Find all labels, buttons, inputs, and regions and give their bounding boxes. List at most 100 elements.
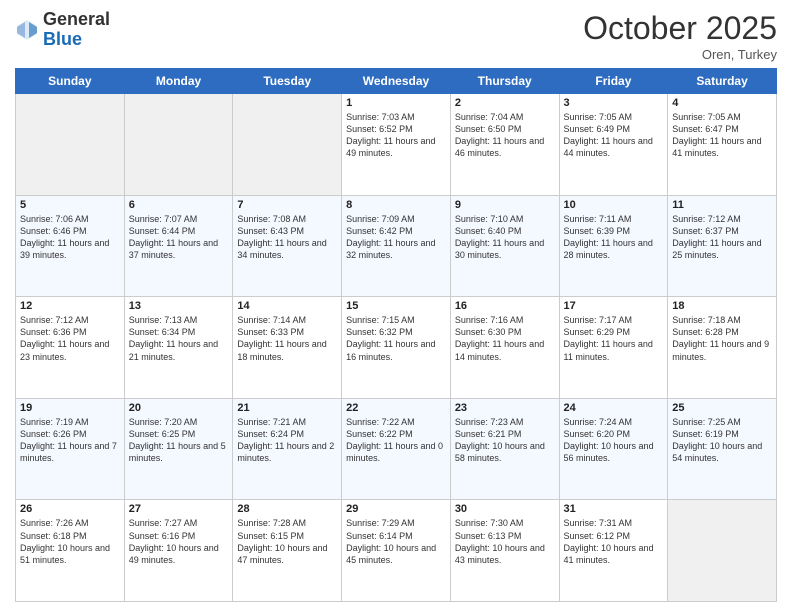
- calendar-cell: 13Sunrise: 7:13 AM Sunset: 6:34 PM Dayli…: [124, 297, 233, 399]
- calendar-week-row: 19 Sunrise: 7:19 AM Sunset: 6:26 PM Dayli…: [16, 398, 777, 500]
- day-info: Sunrise: 7:29 AM Sunset: 6:14 PM Dayligh…: [346, 517, 446, 566]
- day-info: Sunrise: 7:23 AM Sunset: 6:21 PM Dayligh…: [455, 416, 555, 465]
- calendar-cell: 7Sunrise: 7:08 AM Sunset: 6:43 PM Daylig…: [233, 195, 342, 297]
- calendar-cell: 24 Sunrise: 7:24 AM Sunset: 6:20 PM Dayli…: [559, 398, 668, 500]
- day-info: Sunrise: 7:28 AM Sunset: 6:15 PM Dayligh…: [237, 517, 337, 566]
- day-number: 29: [346, 503, 446, 515]
- calendar-cell: 28 Sunrise: 7:28 AM Sunset: 6:15 PM Dayli…: [233, 500, 342, 602]
- title-block: October 2025 Oren, Turkey: [583, 10, 777, 62]
- page: General Blue October 2025 Oren, Turkey S…: [0, 0, 792, 612]
- day-number: 28: [237, 503, 337, 515]
- day-info: Sunrise: 7:09 AM Sunset: 6:42 PM Dayligh…: [346, 213, 446, 262]
- day-info: Sunrise: 7:22 AM Sunset: 6:22 PM Dayligh…: [346, 416, 446, 465]
- calendar-cell: 9 Sunrise: 7:10 AM Sunset: 6:40 PM Daylig…: [450, 195, 559, 297]
- calendar-cell: 12Sunrise: 7:12 AM Sunset: 6:36 PM Dayli…: [16, 297, 125, 399]
- calendar-cell: 20 Sunrise: 7:20 AM Sunset: 6:25 PM Dayli…: [124, 398, 233, 500]
- day-number: 27: [129, 503, 229, 515]
- day-number: 5: [20, 199, 120, 211]
- calendar-cell: 17 Sunrise: 7:17 AM Sunset: 6:29 PM Dayli…: [559, 297, 668, 399]
- day-info: Sunrise: 7:16 AM Sunset: 6:30 PM Dayligh…: [455, 314, 555, 363]
- day-number: 25: [672, 402, 772, 414]
- calendar-week-row: 12Sunrise: 7:12 AM Sunset: 6:36 PM Dayli…: [16, 297, 777, 399]
- day-number: 23: [455, 402, 555, 414]
- day-info: Sunrise: 7:07 AM Sunset: 6:44 PM Dayligh…: [129, 213, 229, 262]
- location: Oren, Turkey: [583, 47, 777, 62]
- calendar-cell: 4 Sunrise: 7:05 AM Sunset: 6:47 PM Daylig…: [668, 94, 777, 196]
- calendar-cell: 15 Sunrise: 7:15 AM Sunset: 6:32 PM Dayli…: [342, 297, 451, 399]
- calendar-cell: 5Sunrise: 7:06 AM Sunset: 6:46 PM Daylig…: [16, 195, 125, 297]
- day-info: Sunrise: 7:12 AM Sunset: 6:37 PM Dayligh…: [672, 213, 772, 262]
- logo-blue: Blue: [43, 29, 82, 49]
- calendar-cell: 30 Sunrise: 7:30 AM Sunset: 6:13 PM Dayli…: [450, 500, 559, 602]
- calendar-cell: 3Sunrise: 7:05 AM Sunset: 6:49 PM Daylig…: [559, 94, 668, 196]
- calendar-cell: [668, 500, 777, 602]
- day-number: 14: [237, 300, 337, 312]
- day-info: Sunrise: 7:05 AM Sunset: 6:49 PM Dayligh…: [564, 111, 664, 160]
- day-number: 6: [129, 199, 229, 211]
- day-info: Sunrise: 7:30 AM Sunset: 6:13 PM Dayligh…: [455, 517, 555, 566]
- logo-icon: [15, 18, 39, 42]
- day-info: Sunrise: 7:25 AM Sunset: 6:19 PM Dayligh…: [672, 416, 772, 465]
- calendar-table: Sunday Monday Tuesday Wednesday Thursday…: [15, 68, 777, 602]
- col-thursday: Thursday: [450, 69, 559, 94]
- day-info: Sunrise: 7:31 AM Sunset: 6:12 PM Dayligh…: [564, 517, 664, 566]
- calendar-cell: 22Sunrise: 7:22 AM Sunset: 6:22 PM Dayli…: [342, 398, 451, 500]
- day-number: 12: [20, 300, 120, 312]
- day-number: 9: [455, 199, 555, 211]
- calendar-week-row: 26Sunrise: 7:26 AM Sunset: 6:18 PM Dayli…: [16, 500, 777, 602]
- calendar-cell: 6 Sunrise: 7:07 AM Sunset: 6:44 PM Daylig…: [124, 195, 233, 297]
- calendar-cell: 11Sunrise: 7:12 AM Sunset: 6:37 PM Dayli…: [668, 195, 777, 297]
- calendar-cell: 8 Sunrise: 7:09 AM Sunset: 6:42 PM Daylig…: [342, 195, 451, 297]
- day-info: Sunrise: 7:17 AM Sunset: 6:29 PM Dayligh…: [564, 314, 664, 363]
- day-info: Sunrise: 7:20 AM Sunset: 6:25 PM Dayligh…: [129, 416, 229, 465]
- day-number: 24: [564, 402, 664, 414]
- calendar-cell: 16 Sunrise: 7:16 AM Sunset: 6:30 PM Dayli…: [450, 297, 559, 399]
- calendar-cell: 14 Sunrise: 7:14 AM Sunset: 6:33 PM Dayli…: [233, 297, 342, 399]
- day-number: 18: [672, 300, 772, 312]
- logo-text: General Blue: [43, 10, 110, 50]
- calendar-week-row: 5Sunrise: 7:06 AM Sunset: 6:46 PM Daylig…: [16, 195, 777, 297]
- calendar-header-row: Sunday Monday Tuesday Wednesday Thursday…: [16, 69, 777, 94]
- header: General Blue October 2025 Oren, Turkey: [15, 10, 777, 62]
- day-number: 13: [129, 300, 229, 312]
- day-info: Sunrise: 7:24 AM Sunset: 6:20 PM Dayligh…: [564, 416, 664, 465]
- calendar-cell: 2 Sunrise: 7:04 AM Sunset: 6:50 PM Daylig…: [450, 94, 559, 196]
- day-number: 19: [20, 402, 120, 414]
- day-number: 30: [455, 503, 555, 515]
- day-number: 2: [455, 97, 555, 109]
- calendar-cell: 19 Sunrise: 7:19 AM Sunset: 6:26 PM Dayli…: [16, 398, 125, 500]
- day-number: 16: [455, 300, 555, 312]
- day-info: Sunrise: 7:15 AM Sunset: 6:32 PM Dayligh…: [346, 314, 446, 363]
- day-number: 15: [346, 300, 446, 312]
- calendar-cell: 27 Sunrise: 7:27 AM Sunset: 6:16 PM Dayli…: [124, 500, 233, 602]
- logo: General Blue: [15, 10, 110, 50]
- day-number: 17: [564, 300, 664, 312]
- calendar-cell: 23 Sunrise: 7:23 AM Sunset: 6:21 PM Dayli…: [450, 398, 559, 500]
- day-info: Sunrise: 7:04 AM Sunset: 6:50 PM Dayligh…: [455, 111, 555, 160]
- day-number: 31: [564, 503, 664, 515]
- calendar-cell: 18 Sunrise: 7:18 AM Sunset: 6:28 PM Dayli…: [668, 297, 777, 399]
- day-number: 1: [346, 97, 446, 109]
- col-tuesday: Tuesday: [233, 69, 342, 94]
- day-info: Sunrise: 7:05 AM Sunset: 6:47 PM Dayligh…: [672, 111, 772, 160]
- day-info: Sunrise: 7:14 AM Sunset: 6:33 PM Dayligh…: [237, 314, 337, 363]
- col-wednesday: Wednesday: [342, 69, 451, 94]
- day-info: Sunrise: 7:19 AM Sunset: 6:26 PM Dayligh…: [20, 416, 120, 465]
- day-info: Sunrise: 7:10 AM Sunset: 6:40 PM Dayligh…: [455, 213, 555, 262]
- day-info: Sunrise: 7:21 AM Sunset: 6:24 PM Dayligh…: [237, 416, 337, 465]
- day-number: 4: [672, 97, 772, 109]
- calendar-cell: 1 Sunrise: 7:03 AM Sunset: 6:52 PM Daylig…: [342, 94, 451, 196]
- day-info: Sunrise: 7:27 AM Sunset: 6:16 PM Dayligh…: [129, 517, 229, 566]
- day-info: Sunrise: 7:11 AM Sunset: 6:39 PM Dayligh…: [564, 213, 664, 262]
- day-info: Sunrise: 7:03 AM Sunset: 6:52 PM Dayligh…: [346, 111, 446, 160]
- day-info: Sunrise: 7:18 AM Sunset: 6:28 PM Dayligh…: [672, 314, 772, 363]
- calendar-cell: 10Sunrise: 7:11 AM Sunset: 6:39 PM Dayli…: [559, 195, 668, 297]
- calendar-cell: 29 Sunrise: 7:29 AM Sunset: 6:14 PM Dayli…: [342, 500, 451, 602]
- day-number: 8: [346, 199, 446, 211]
- calendar-week-row: 1 Sunrise: 7:03 AM Sunset: 6:52 PM Daylig…: [16, 94, 777, 196]
- day-number: 20: [129, 402, 229, 414]
- calendar-cell: 25 Sunrise: 7:25 AM Sunset: 6:19 PM Dayli…: [668, 398, 777, 500]
- day-number: 7: [237, 199, 337, 211]
- col-sunday: Sunday: [16, 69, 125, 94]
- calendar-cell: 31 Sunrise: 7:31 AM Sunset: 6:12 PM Dayli…: [559, 500, 668, 602]
